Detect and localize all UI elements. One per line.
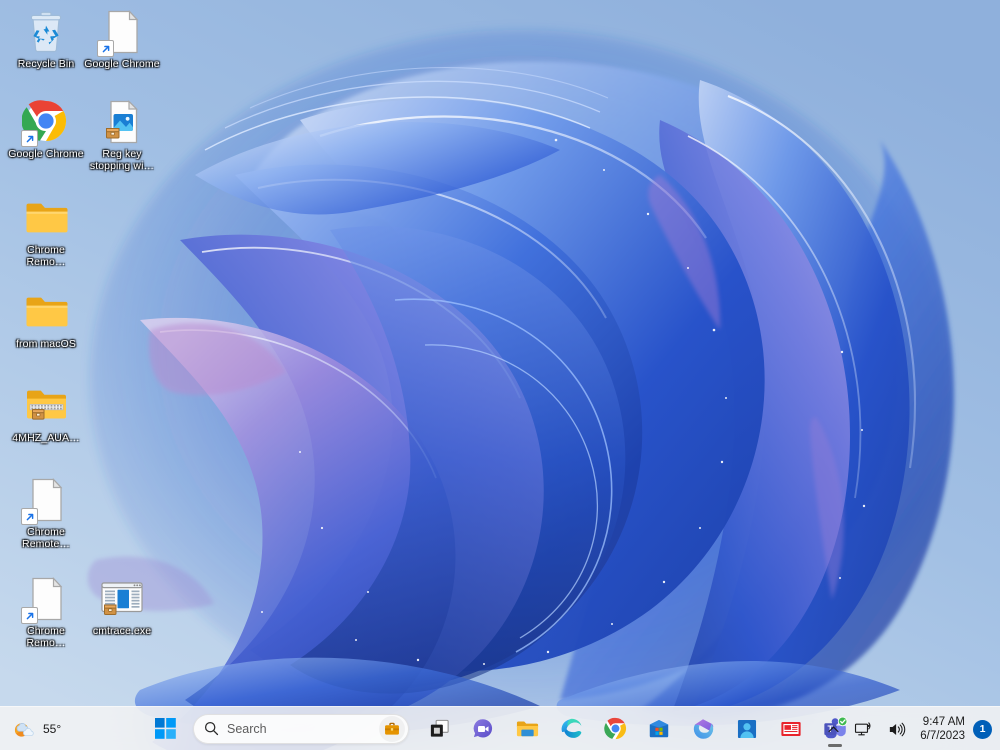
desktop-icon-label: Google Chrome	[8, 148, 84, 160]
speaker-icon	[890, 722, 906, 736]
briefcase-icon	[385, 722, 399, 735]
google-chrome-button[interactable]	[595, 709, 635, 749]
recycle-bin-icon	[30, 11, 62, 53]
file-explorer-button[interactable]	[507, 709, 547, 749]
search-icon	[204, 721, 219, 736]
shortcut-arrow-badge	[21, 508, 38, 525]
folder-icon	[26, 297, 68, 327]
news-icon	[781, 721, 801, 736]
folder-icon	[22, 194, 70, 242]
chevron-up-icon	[828, 726, 839, 732]
desktop-icon[interactable]: Chrome Remote…	[8, 476, 84, 550]
generic-document-icon	[21, 575, 70, 624]
microsoft-365-button[interactable]	[683, 709, 723, 749]
people-button[interactable]	[727, 709, 767, 749]
desktop-icon[interactable]: Recycle Bin	[8, 8, 84, 71]
desktop-icon-label: Chrome Remo…	[26, 625, 66, 649]
tray-overflow-button[interactable]	[821, 711, 846, 747]
recycle-bin-icon	[22, 8, 70, 56]
image-file-icon	[106, 100, 138, 144]
shortcut-arrow-icon	[26, 135, 33, 142]
microsoft-store-button[interactable]	[639, 709, 679, 749]
task-view-icon	[430, 719, 449, 737]
chrome-icon	[603, 717, 626, 740]
generic-document-icon	[21, 476, 70, 525]
desktop-icon-grid: Recycle Bin Google Chrome Google Chrome Reg…	[0, 0, 160, 700]
desktop-icon[interactable]: Google Chrome	[84, 8, 160, 71]
cmtrace-app-icon	[98, 575, 146, 623]
news-button[interactable]	[771, 709, 811, 749]
desktop-icon[interactable]: Google Chrome	[8, 98, 84, 161]
clock-date: 6/7/2023	[920, 730, 965, 742]
shortcut-arrow-badge	[21, 607, 38, 624]
zipped-folder-icon	[22, 382, 70, 430]
desktop-icon[interactable]: Chrome Remo…	[8, 575, 84, 649]
search-placeholder: Search	[227, 721, 267, 736]
desktop-icon[interactable]: cmtrace.exe	[84, 575, 160, 638]
desktop-icon-label: Reg key stopping wi…	[89, 148, 155, 172]
system-tray: 9:47 AM 6/7/2023 1	[821, 707, 996, 750]
search-box[interactable]: Search	[193, 713, 409, 744]
desktop-icon-label: Google Chrome	[84, 58, 160, 70]
edge-icon	[561, 718, 581, 738]
shortcut-arrow-icon	[26, 612, 33, 619]
people-contact-icon	[737, 719, 757, 738]
network-button[interactable]	[848, 711, 879, 747]
notification-badge[interactable]: 1	[973, 719, 992, 739]
desktop-icon-label: Chrome Remo…	[26, 244, 66, 268]
folder-icon	[22, 288, 70, 336]
desktop-icon-label: Recycle Bin	[17, 58, 75, 70]
generic-document-icon	[97, 8, 146, 57]
shortcut-arrow-badge	[97, 40, 114, 57]
chat-button[interactable]	[463, 709, 503, 749]
shortcut-arrow-icon	[26, 513, 33, 520]
chrome-logo-icon	[21, 98, 70, 147]
folder-icon	[26, 203, 68, 233]
cmtrace-app-icon	[101, 582, 143, 615]
weather-widget[interactable]: 55°	[6, 707, 67, 750]
shortcut-arrow-icon	[102, 45, 109, 52]
start-button[interactable]	[145, 709, 185, 749]
desktop-icon[interactable]: Chrome Remo…	[8, 194, 84, 268]
desktop-icon[interactable]: Reg key stopping wi…	[84, 98, 160, 172]
microsoft-store-icon	[649, 719, 669, 737]
clock-button[interactable]: 9:47 AM 6/7/2023	[914, 711, 971, 747]
taskbar: 55° Search T 9:47 AM 6/7/2023 1	[0, 706, 1000, 750]
desktop-icon[interactable]: from macOS	[8, 288, 84, 351]
microsoft-edge-button[interactable]	[551, 709, 591, 749]
clock-time: 9:47 AM	[922, 716, 965, 728]
work-profile-button[interactable]	[379, 715, 405, 742]
desktop-icon-label: from macOS	[16, 338, 76, 350]
task-view-button[interactable]	[419, 709, 459, 749]
zipped-folder-icon	[27, 390, 66, 420]
remote-desktop-network-icon	[855, 721, 871, 735]
taskbar-center-cluster: Search T	[145, 707, 855, 750]
desktop-icon-label: Chrome Remote…	[22, 526, 70, 550]
shortcut-arrow-badge	[21, 130, 38, 147]
partly-cloudy-sun-icon	[14, 723, 34, 737]
file-explorer-icon	[516, 721, 538, 737]
microsoft-365-icon	[693, 718, 714, 739]
windows-logo-icon	[154, 718, 176, 739]
desktop-icon-label: 4MHZ_AUA…	[12, 432, 80, 444]
desktop-icon[interactable]: 4MHZ_AUA…	[8, 382, 84, 445]
desktop-icon-label: cmtrace.exe	[92, 625, 152, 637]
chat-teams-icon	[473, 718, 493, 737]
weather-temperature: 55°	[43, 722, 62, 736]
image-file-icon	[98, 98, 146, 146]
volume-button[interactable]	[881, 711, 912, 747]
